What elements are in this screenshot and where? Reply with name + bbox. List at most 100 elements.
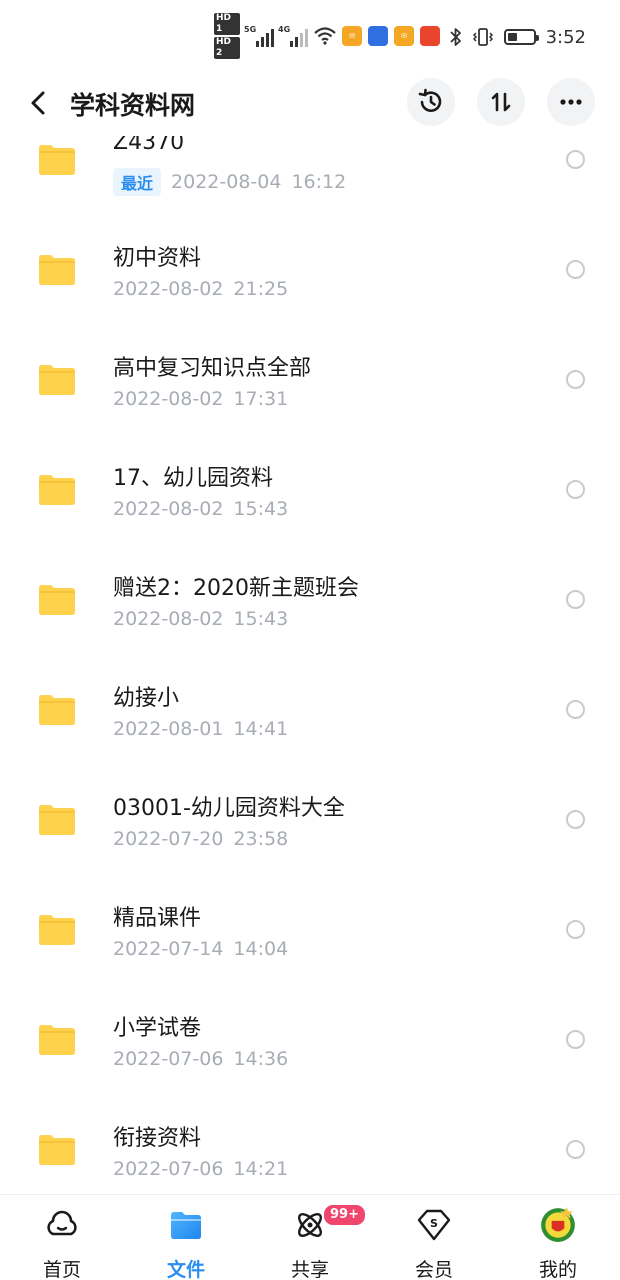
file-meta: 2022-07-06 14:36 — [113, 1048, 288, 1070]
file-date: 2022-07-06 — [113, 1158, 224, 1180]
file-name: 衔接资料 — [113, 1126, 202, 1151]
file-list: Z4370 最近 2022-08-04 16:12 初中资料 2022-08-02 21:2… — [0, 136, 620, 1194]
battery-icon — [503, 29, 539, 45]
tab-home[interactable]: 首页 — [12, 1195, 112, 1280]
more-button[interactable] — [547, 78, 595, 126]
file-meta: 2022-08-02 17:31 — [113, 388, 288, 410]
status-bar-left: HD 1 HD 2 5G 4G ✉ ✉ — [214, 13, 440, 59]
share-badge: 99+ — [322, 1203, 367, 1227]
bluetooth-icon — [449, 28, 461, 46]
select-radio[interactable] — [566, 150, 585, 169]
file-meta: 2022-07-14 14:04 — [113, 938, 288, 960]
folder-icon — [39, 695, 75, 725]
hd1-icon: HD 1 — [214, 13, 240, 35]
blue-app-notification-icon — [368, 26, 388, 46]
history-icon — [418, 88, 442, 112]
wifi-icon — [314, 27, 336, 45]
file-time: 14:21 — [233, 1158, 289, 1180]
file-name: 初中资料 — [113, 246, 202, 271]
file-meta: 2022-07-20 23:58 — [113, 828, 288, 850]
signal-4g-label: 4G — [278, 25, 291, 34]
file-time: 21:25 — [233, 278, 289, 300]
page-title: 学科资料网 — [70, 91, 196, 120]
file-name: 03001-幼儿园资料大全 — [113, 796, 345, 821]
file-row[interactable]: 03001-幼儿园资料大全 2022-07-20 23:58 — [0, 782, 620, 892]
file-row[interactable]: 17、幼儿园资料 2022-08-02 15:43 — [0, 452, 620, 562]
file-row[interactable]: 赠送2：2020新主题班会 2022-08-02 15:43 — [0, 562, 620, 672]
select-radio[interactable] — [566, 1030, 585, 1049]
select-radio[interactable] — [566, 810, 585, 829]
file-row[interactable]: 衔接资料 2022-07-06 14:21 — [0, 1112, 620, 1194]
file-name: Z4370 — [113, 136, 185, 155]
files-icon — [171, 1212, 201, 1239]
select-radio[interactable] — [566, 700, 585, 719]
file-time: 17:31 — [233, 388, 289, 410]
select-radio[interactable] — [566, 480, 585, 499]
bottom-nav: 首页 文件 99+ 共享 S 会员 我的 — [0, 1194, 620, 1280]
file-date: 2022-07-20 — [113, 828, 224, 850]
select-radio[interactable] — [566, 1140, 585, 1159]
file-meta: 2022-08-01 14:41 — [113, 718, 288, 740]
tab-files[interactable]: 文件 — [136, 1195, 236, 1280]
folder-icon — [39, 805, 75, 835]
file-time: 14:36 — [233, 1048, 289, 1070]
select-radio[interactable] — [566, 370, 585, 389]
file-date: 2022-08-02 — [113, 278, 224, 300]
file-time: 23:58 — [233, 828, 289, 850]
signal-5g-label: 5G — [244, 25, 257, 34]
folder-icon — [39, 915, 75, 945]
file-name: 幼接小 — [113, 686, 180, 711]
file-meta: 2022-08-02 15:43 — [113, 608, 288, 630]
status-time: 3:52 — [545, 26, 586, 48]
folder-icon — [39, 475, 75, 505]
tab-files-label: 文件 — [166, 1259, 205, 1280]
file-meta: 最近 2022-08-04 16:12 — [113, 168, 346, 196]
file-time: 15:43 — [233, 498, 289, 520]
file-meta: 2022-08-02 21:25 — [113, 278, 288, 300]
tab-home-label: 首页 — [42, 1259, 81, 1280]
tab-mine-label: 我的 — [538, 1259, 577, 1280]
file-date: 2022-08-02 — [113, 608, 224, 630]
mail-app-notification-icon: ✉ — [342, 26, 362, 46]
hd2-icon: HD 2 — [214, 37, 240, 59]
bank-app-notification-icon — [420, 26, 440, 46]
file-time: 14:04 — [233, 938, 289, 960]
file-name: 精品课件 — [113, 906, 202, 931]
file-row[interactable]: 小学试卷 2022-07-06 14:36 — [0, 1002, 620, 1112]
svg-text:S: S — [430, 1217, 438, 1230]
folder-icon — [39, 255, 75, 285]
file-row[interactable]: 高中复习知识点全部 2022-08-02 17:31 — [0, 342, 620, 452]
file-row[interactable]: Z4370 最近 2022-08-04 16:12 — [0, 136, 620, 232]
more-icon — [560, 99, 582, 105]
file-time: 14:41 — [233, 718, 289, 740]
file-date: 2022-07-06 — [113, 1048, 224, 1070]
select-radio[interactable] — [566, 260, 585, 279]
file-time: 16:12 — [291, 171, 347, 193]
status-bar: HD 1 HD 2 5G 4G ✉ ✉ 3:52 — [0, 0, 620, 72]
select-radio[interactable] — [566, 920, 585, 939]
header: 学科资料网 — [0, 72, 620, 136]
folder-icon — [39, 365, 75, 395]
file-name: 赠送2：2020新主题班会 — [113, 576, 359, 601]
signal-4g-icon: 4G — [278, 25, 308, 47]
tab-share[interactable]: 99+ 共享 — [260, 1195, 367, 1280]
select-radio[interactable] — [566, 590, 585, 609]
folder-icon — [39, 585, 75, 615]
history-button[interactable] — [407, 78, 455, 126]
file-row[interactable]: 幼接小 2022-08-01 14:41 — [0, 672, 620, 782]
cloud-home-icon — [47, 1210, 77, 1236]
sort-button[interactable] — [477, 78, 525, 126]
file-meta: 2022-08-02 15:43 — [113, 498, 288, 520]
back-icon[interactable] — [24, 88, 54, 118]
file-row[interactable]: 精品课件 2022-07-14 14:04 — [0, 892, 620, 1002]
hd-indicators: HD 1 HD 2 — [214, 13, 240, 59]
file-date: 2022-08-02 — [113, 388, 224, 410]
file-name: 小学试卷 — [113, 1016, 202, 1041]
file-date: 2022-07-14 — [113, 938, 224, 960]
file-row[interactable]: 初中资料 2022-08-02 21:25 — [0, 232, 620, 342]
file-date: 2022-08-01 — [113, 718, 224, 740]
avatar — [541, 1207, 575, 1242]
file-meta: 2022-07-06 14:21 — [113, 1158, 288, 1180]
tab-mine[interactable]: 我的 — [508, 1195, 608, 1280]
tab-vip[interactable]: S 会员 — [384, 1195, 484, 1280]
